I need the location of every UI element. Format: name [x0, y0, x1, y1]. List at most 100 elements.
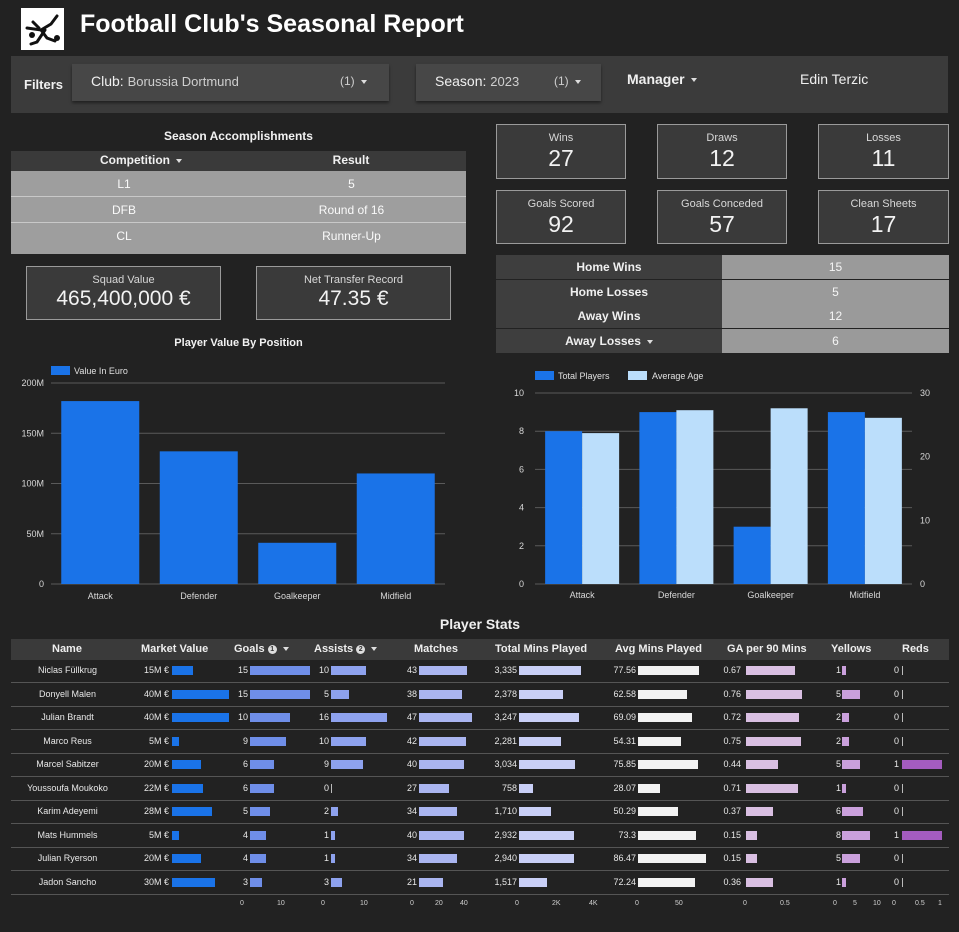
col-avg-mins[interactable]: Avg Mins Played	[615, 643, 702, 655]
cell-assists: 0	[323, 782, 329, 793]
x-tick-label: Midfield	[849, 590, 880, 600]
table-row: Julian Ryerson 20M € 4 1 34 2,940 86.47 0.15 5 0	[11, 848, 949, 871]
cell-market: 20M €	[143, 853, 169, 863]
y-tick-label: 8	[519, 426, 524, 436]
away-wins-row: Away Wins 12	[496, 304, 949, 328]
bar-market	[172, 807, 212, 816]
season-filter[interactable]: Season: 2023 (1)	[416, 64, 601, 101]
axis-tick-reds: 0.5	[915, 900, 925, 907]
players-age-chart: Total Players Average Age 0 2 4 6 8 10 0 10 20 30 At…	[514, 371, 930, 600]
cell-avg_mins: 73.3	[618, 829, 636, 840]
squad-value: 465,400,000 €	[56, 287, 191, 310]
chevron-down-icon	[360, 79, 367, 84]
cell-total_mins: 2,378	[494, 688, 517, 699]
legend-label: Value In Euro	[74, 366, 128, 376]
player-name: Youssoufa Moukoko	[27, 782, 108, 793]
cell-ga: 0.76	[723, 688, 741, 699]
info-icon[interactable]: 2	[356, 644, 366, 654]
cell-total_mins: 1,710	[494, 806, 517, 816]
col-name[interactable]: Name	[52, 643, 82, 655]
bar-ga	[746, 783, 799, 793]
accomplishment-row: CL Runner-Up	[116, 229, 381, 243]
player-stats-header: Name Market Value Goals 1 Assists 2 Matc…	[11, 639, 949, 660]
competition-header[interactable]: Competition	[61, 153, 221, 167]
info-icon[interactable]: 1	[267, 644, 277, 654]
player-name: Marco Reus	[43, 735, 92, 746]
page-title: Football Club's Seasonal Report	[80, 10, 464, 38]
cell-total_mins: 758	[501, 782, 517, 793]
cell-total_mins: 3,034	[494, 759, 517, 769]
bar-total_mins	[519, 736, 562, 746]
player-name: Mats Hummels	[37, 829, 98, 840]
club-filter[interactable]: Club: Borussia Dortmund (1)	[72, 64, 389, 101]
bar-matches	[419, 666, 468, 675]
legend-swatch	[628, 371, 647, 380]
bar-avg_mins	[638, 783, 661, 793]
sort-icon	[176, 158, 182, 163]
bar-yellows	[842, 760, 860, 769]
y-tick-label: 0	[39, 579, 44, 589]
cell-assists: 2	[323, 806, 329, 816]
filter-bar: Filters Club: Borussia Dortmund (1) Seas…	[11, 56, 948, 113]
cell-ga: 0.67	[723, 665, 741, 675]
wins-card: Wins 27	[496, 124, 626, 179]
cell-total_mins: 2,932	[494, 829, 517, 840]
player-name: Donyell Malen	[38, 688, 97, 699]
y-tick-label: 150M	[21, 428, 44, 438]
cell-yellows: 6	[835, 806, 841, 816]
cell-total_mins: 1,517	[494, 876, 517, 887]
manager-filter[interactable]: Manager	[627, 71, 697, 87]
col-total-mins[interactable]: Total Mins Played	[495, 643, 587, 655]
col-market-value[interactable]: Market Value	[141, 643, 208, 655]
bar-ga	[746, 689, 802, 699]
bar-avg_mins	[638, 877, 695, 887]
bar-yellows	[842, 736, 849, 746]
col-yellows[interactable]: Yellows	[831, 643, 871, 655]
cell-matches: 34	[406, 806, 417, 816]
accomplishments-title: Season Accomplishments	[164, 129, 313, 143]
bar-yellows	[842, 783, 846, 793]
player-name: Julian Ryerson	[37, 853, 98, 863]
x-tick-label: Goalkeeper	[747, 590, 794, 600]
bar-ga	[746, 666, 796, 675]
bicycle-kick-player-icon	[25, 14, 60, 46]
axis-tick-matches: 20	[435, 900, 443, 907]
bar-avg_mins	[638, 854, 706, 863]
cell-ga: 0.15	[723, 853, 741, 863]
bar-total_mins	[519, 760, 576, 769]
cell-matches: 40	[406, 829, 417, 840]
y-right-tick-label: 20	[920, 452, 930, 462]
col-reds[interactable]: Reds	[902, 643, 929, 655]
away-losses-header[interactable]: Away Losses	[496, 329, 722, 353]
bar-assists	[331, 713, 387, 722]
cell-assists: 9	[323, 759, 329, 769]
bar-assists	[331, 736, 366, 746]
cell-market: 30M €	[143, 876, 169, 887]
col-ga-per-90[interactable]: GA per 90 Mins	[727, 643, 807, 655]
col-assists[interactable]: Assists 2	[314, 643, 378, 655]
bar-matches	[419, 877, 443, 887]
cell-ga: 0.37	[723, 806, 741, 816]
cell-avg_mins: 86.47	[613, 853, 636, 863]
table-row: Niclas Füllkrug 15M €15 10 43 3,335 77.56 0.67…	[11, 660, 949, 683]
bar	[61, 401, 140, 584]
cell-yellows: 1	[835, 665, 841, 675]
accomplishment-row: L1 5	[11, 171, 466, 197]
sort-icon	[646, 339, 653, 344]
col-matches[interactable]: Matches	[414, 643, 458, 655]
cell-yellows: 2	[835, 735, 841, 746]
y-tick-label: 100M	[21, 479, 44, 489]
legend-swatch	[51, 366, 70, 375]
bar-ga	[746, 713, 800, 722]
bar	[356, 473, 435, 584]
bar-total_mins	[519, 713, 580, 722]
bar-ga	[746, 736, 802, 746]
cell-reds: 1	[893, 829, 899, 840]
chevron-down-icon	[574, 79, 581, 84]
cell-market: 5M €	[148, 829, 169, 840]
cell-avg_mins: 72.24	[613, 876, 636, 887]
bar-assists	[331, 807, 338, 816]
cell-avg_mins: 50.29	[613, 806, 636, 816]
col-goals[interactable]: Goals 1	[234, 643, 289, 655]
cell-yellows: 1	[835, 782, 841, 793]
